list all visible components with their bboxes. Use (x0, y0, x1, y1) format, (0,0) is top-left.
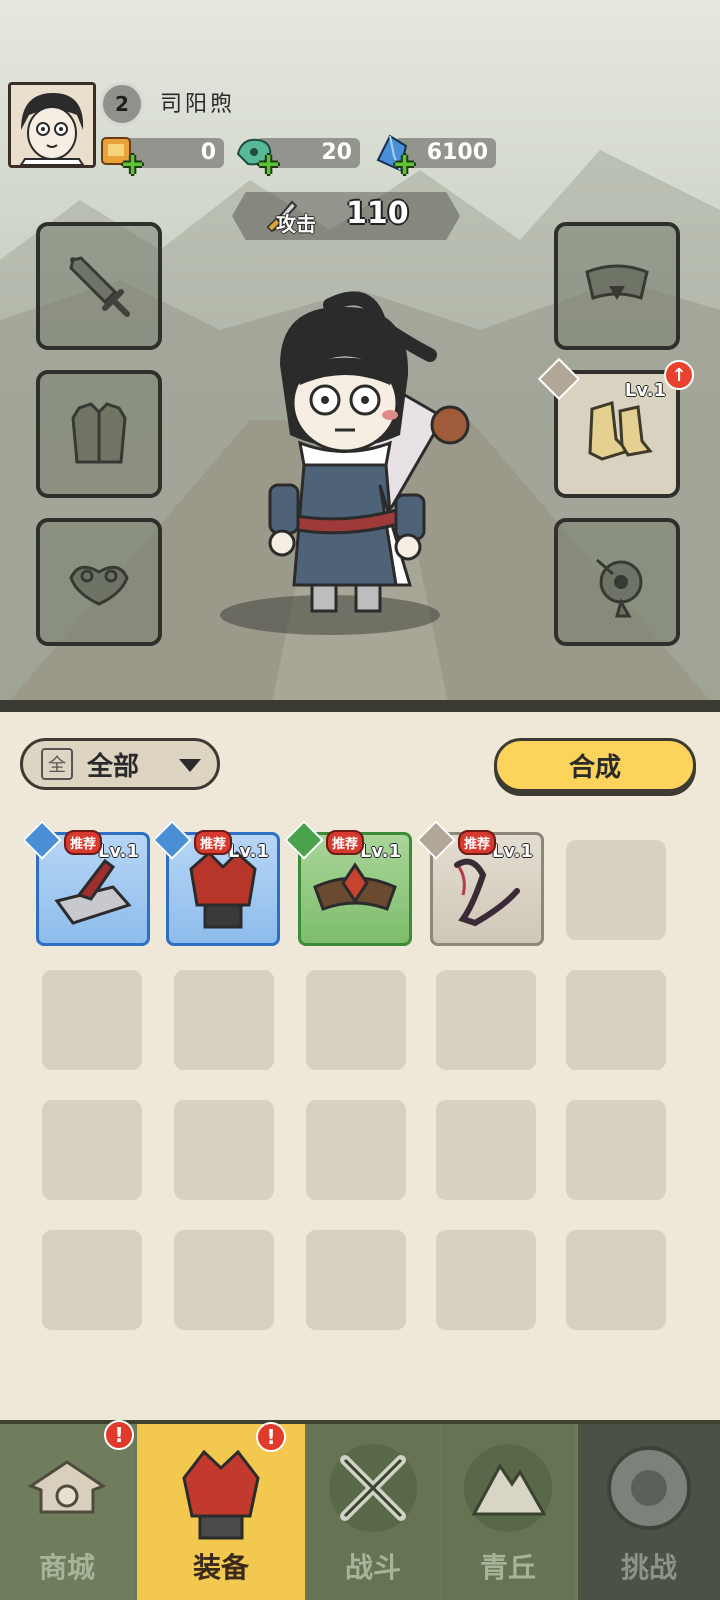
resource-crystal-value: 6100 (426, 140, 488, 165)
item-level: Lv.1 (97, 841, 139, 862)
amulet-slot-icon (69, 565, 129, 606)
armor-slot-icon (71, 402, 127, 464)
item-level: Lv.1 (227, 841, 269, 862)
empty-inventory-slot[interactable] (306, 970, 406, 1070)
hero-character (220, 285, 470, 629)
crossed-swords-icon (323, 1438, 423, 1542)
empty-inventory-slot[interactable] (174, 1230, 274, 1330)
shop-alert-icon: ! (104, 1420, 134, 1450)
attack-label: 攻击 (276, 212, 316, 236)
belt-slot[interactable] (554, 222, 680, 350)
resource-scroll-value: 0 (200, 140, 216, 165)
synthesize-button[interactable]: 合成 (494, 738, 696, 792)
empty-inventory-slot[interactable] (42, 1100, 142, 1200)
resource-jade-value: 20 (321, 140, 352, 165)
player-avatar[interactable] (8, 82, 96, 168)
tab-battle-label: 战斗 (344, 1551, 401, 1584)
player-name: 司阳煦 (160, 92, 236, 117)
upgrade-arrow-icon[interactable]: ↑ (664, 360, 694, 390)
add-jade-button[interactable]: + (256, 150, 281, 180)
empty-inventory-slot[interactable] (306, 1100, 406, 1200)
tab-shop-label: 商城 (38, 1551, 95, 1584)
recommend-badge: 推荐 (458, 830, 497, 855)
empty-inventory-slot[interactable] (566, 1230, 666, 1330)
ornament-slot-icon (596, 558, 643, 618)
empty-inventory-slot[interactable] (436, 1230, 536, 1330)
empty-inventory-slot[interactable] (566, 970, 666, 1070)
tab-challenge[interactable]: 挑战 (578, 1424, 720, 1600)
tab-equipment[interactable]: 装备 (137, 1424, 305, 1600)
belt-slot-icon (585, 264, 649, 300)
shop-pagoda-icon (17, 1438, 117, 1542)
amulet-slot[interactable] (36, 518, 162, 646)
dropdown-caret-icon (179, 759, 201, 772)
avatar-portrait-icon (11, 85, 93, 165)
filter-box-icon: 全 (41, 748, 73, 780)
tab-equipment-label: 装备 (192, 1551, 249, 1584)
add-crystal-button[interactable]: + (392, 150, 417, 180)
tab-qingqiu[interactable]: 青丘 (441, 1424, 575, 1600)
tab-battle[interactable]: 战斗 (306, 1424, 440, 1600)
empty-inventory-slot[interactable] (306, 1230, 406, 1330)
empty-inventory-slot[interactable] (436, 970, 536, 1070)
filter-label: 全部 (87, 751, 140, 782)
equipment-helmet-icon (166, 1438, 276, 1552)
tab-challenge-label: 挑战 (620, 1551, 677, 1584)
challenge-orb-icon (599, 1438, 699, 1542)
armor-slot[interactable] (36, 370, 162, 498)
add-scroll-button[interactable]: + (120, 150, 145, 180)
empty-inventory-slot[interactable] (174, 1100, 274, 1200)
item-level: Lv.1 (359, 841, 401, 862)
item-level: Lv.1 (491, 841, 533, 862)
recommend-badge: 推荐 (64, 830, 103, 855)
player-level-badge: 2 (100, 82, 144, 126)
boots-slot-level: Lv.1 (624, 380, 666, 401)
tab-shop[interactable]: 商城 (0, 1424, 134, 1600)
empty-inventory-slot[interactable] (566, 1100, 666, 1200)
sword-slot-icon (69, 256, 130, 317)
attack-value: 110 (346, 196, 409, 231)
recommend-badge: 推荐 (326, 830, 365, 855)
ornament-slot[interactable] (554, 518, 680, 646)
empty-inventory-slot[interactable] (436, 1100, 536, 1200)
empty-inventory-slot[interactable] (42, 970, 142, 1070)
empty-inventory-slot[interactable] (174, 970, 274, 1070)
tab-qingqiu-label: 青丘 (479, 1551, 536, 1584)
mountain-icon (458, 1438, 558, 1542)
boots-slot[interactable]: Lv.1 (554, 370, 680, 498)
equipment-alert-icon: ! (256, 1422, 286, 1452)
recommend-badge: 推荐 (194, 830, 233, 855)
inventory-filter-dropdown[interactable]: 全 全部 (20, 738, 220, 790)
empty-inventory-slot[interactable] (566, 840, 666, 940)
boots-icon (588, 401, 653, 461)
sword-slot[interactable] (36, 222, 162, 350)
empty-inventory-slot[interactable] (42, 1230, 142, 1330)
